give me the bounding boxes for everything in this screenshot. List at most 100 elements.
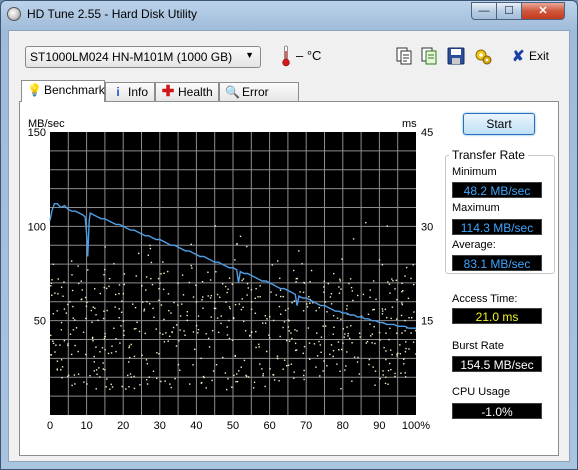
window-title: HD Tune 2.55 - Hard Disk Utility [27, 7, 198, 21]
close-button[interactable]: ✕ [521, 2, 565, 20]
access-time-point [202, 307, 204, 309]
access-time-point [402, 290, 404, 292]
access-time-point [264, 385, 266, 388]
access-time-point [287, 364, 290, 366]
access-time-point [396, 353, 398, 355]
start-button[interactable]: Start [463, 113, 535, 135]
access-time-point [162, 333, 164, 336]
access-time-point [413, 283, 415, 286]
burst-rate-label: Burst Rate [452, 340, 504, 352]
access-time-point [259, 285, 261, 287]
access-time-point [307, 327, 310, 329]
access-time-point [201, 299, 203, 301]
access-time-point [329, 353, 331, 356]
access-time-point [159, 332, 161, 334]
access-time-point [227, 288, 229, 290]
access-time-point [128, 346, 130, 349]
access-time-point [349, 278, 352, 280]
access-time-point [200, 382, 202, 384]
access-time-point [308, 295, 310, 298]
maximize-button[interactable]: ☐ [496, 2, 522, 20]
access-time-point [146, 363, 149, 365]
access-time-point [219, 296, 221, 299]
access-time-point [279, 289, 282, 291]
access-time-point [373, 308, 375, 311]
access-time-point [96, 373, 98, 376]
access-time-point [155, 377, 158, 380]
access-time-point [348, 337, 351, 340]
access-time-point [133, 387, 136, 390]
access-time-point [67, 343, 69, 345]
access-time-point [246, 294, 248, 296]
access-time-point [191, 267, 193, 269]
access-time-point [78, 282, 80, 285]
benchmark-icon: 💡 [27, 83, 42, 97]
minimize-button[interactable]: — [471, 2, 497, 20]
access-time-point [404, 275, 406, 277]
access-time-point [266, 318, 268, 320]
access-time-point [194, 348, 196, 351]
access-time-point [228, 306, 231, 308]
access-time-point [285, 365, 288, 367]
access-time-point [148, 376, 150, 378]
access-time-point [214, 301, 216, 303]
access-time-point [352, 238, 355, 240]
access-time-point [287, 326, 290, 328]
access-time-point [85, 353, 87, 356]
access-time-point [366, 340, 369, 343]
access-time-point [77, 350, 79, 353]
access-time-point [221, 283, 224, 285]
access-time-point [135, 327, 137, 330]
access-time-point [371, 342, 373, 344]
access-time-point [386, 225, 388, 227]
access-time-point [188, 281, 191, 284]
access-time-point [371, 333, 374, 335]
access-time-point [309, 358, 311, 360]
access-time-point [60, 321, 63, 324]
access-time-point [326, 365, 328, 367]
access-time-point [141, 285, 143, 287]
access-time-point [120, 325, 122, 327]
access-time-point [247, 376, 250, 378]
tab-benchmark[interactable]: 💡 Benchmark [21, 80, 105, 102]
access-time-point [103, 317, 105, 320]
access-time-point [258, 343, 260, 346]
access-time-point [195, 324, 198, 327]
access-time-point [399, 344, 401, 346]
access-time-point [93, 355, 95, 358]
access-time-point [319, 375, 321, 377]
access-time-point [323, 291, 325, 293]
x-tick: 30 [154, 420, 166, 432]
access-time-point [389, 327, 391, 330]
access-time-point [113, 263, 115, 265]
access-time-point [52, 313, 54, 315]
access-time-point [239, 235, 242, 238]
access-time-point [293, 371, 295, 373]
access-time-point [287, 319, 289, 321]
access-time-point [405, 341, 407, 343]
access-time-point [104, 332, 106, 335]
access-time-point [51, 279, 53, 281]
access-time-point [356, 361, 359, 363]
access-time-point [123, 330, 125, 332]
access-time-point [63, 340, 66, 342]
access-time-point [162, 261, 164, 263]
y-tick-left: 50 [34, 316, 46, 328]
access-time-point [85, 317, 87, 320]
access-time-point [270, 291, 272, 293]
access-time-point [195, 284, 197, 286]
access-time-point [259, 295, 261, 298]
access-time-point [214, 225, 216, 227]
access-time-point [210, 294, 213, 297]
access-time-point [104, 246, 106, 248]
access-time-point [119, 342, 121, 344]
title-bar[interactable]: HD Tune 2.55 - Hard Disk Utility — ☐ ✕ [1, 1, 577, 29]
access-time-point [146, 300, 148, 303]
access-time-point [180, 303, 183, 305]
access-time-label: Access Time: [452, 293, 518, 305]
access-time-point [323, 360, 325, 362]
access-time-point [73, 374, 76, 376]
access-time-point [372, 309, 374, 311]
access-time-point [280, 295, 282, 298]
access-time-point [174, 377, 176, 380]
